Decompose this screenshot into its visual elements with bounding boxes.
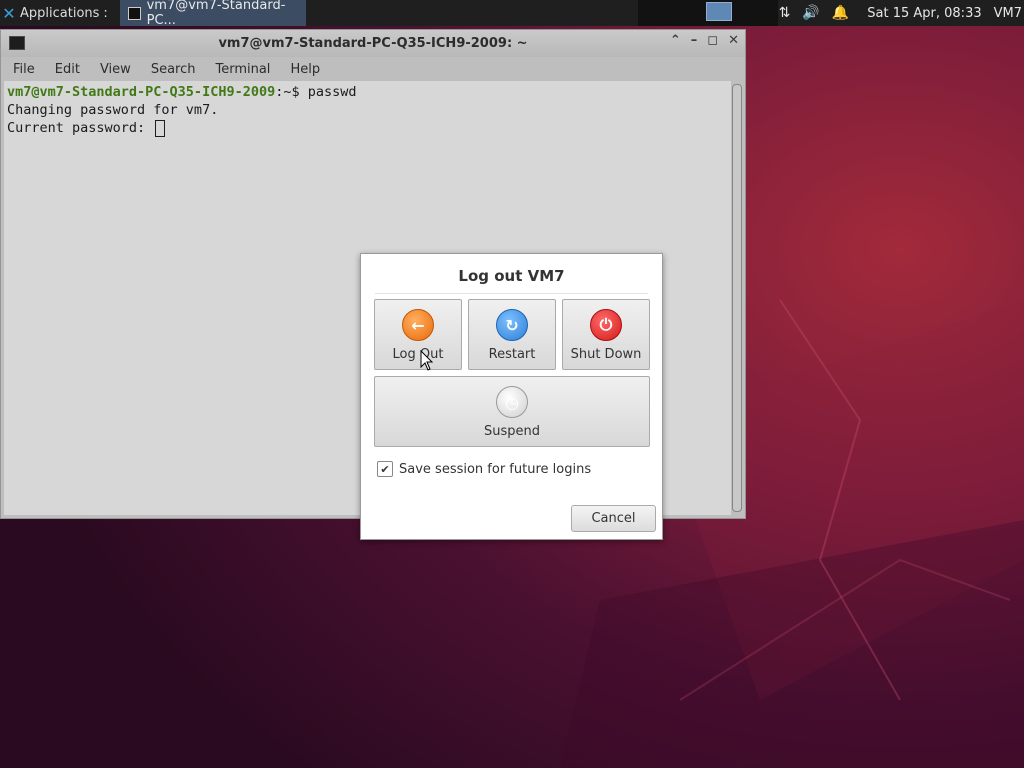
clock-icon: ◷ (496, 386, 528, 418)
log-out-label: Log Out (392, 347, 444, 362)
shut-down-label: Shut Down (570, 347, 642, 362)
save-session-checkbox[interactable]: ✔ (377, 461, 393, 477)
log-out-button[interactable]: ← Log Out (374, 299, 462, 370)
top-panel: ✕ Applications : vm7@vm7-Standard-PC... … (0, 0, 1024, 28)
workspace-switcher[interactable] (706, 2, 732, 21)
shut-down-button[interactable]: ⏻ Shut Down (562, 299, 650, 370)
xfce-logo-icon: ✕ (2, 3, 16, 23)
volume-icon[interactable]: 🔊 (802, 5, 819, 21)
dialog-title: Log out VM7 (375, 267, 648, 294)
cancel-button[interactable]: Cancel (571, 505, 656, 532)
applications-suffix: : (103, 5, 108, 21)
taskbar-terminal-label: vm7@vm7-Standard-PC... (146, 0, 286, 28)
restart-icon: ↻ (496, 309, 528, 341)
terminal-icon (127, 6, 141, 20)
notification-bell-icon[interactable]: 🔔 (832, 5, 849, 21)
user-menu[interactable]: VM7 (994, 6, 1022, 21)
network-icon[interactable]: ⇅ (779, 5, 791, 21)
suspend-label: Suspend (483, 424, 540, 439)
restart-button[interactable]: ↻ Restart (468, 299, 556, 370)
save-session-option[interactable]: ✔ Save session for future logins (377, 461, 591, 477)
applications-label: Applications (20, 5, 100, 21)
applications-menu[interactable]: ✕ Applications : (0, 0, 114, 26)
restart-label: Restart (488, 347, 536, 362)
suspend-button[interactable]: ◷ Suspend (374, 376, 650, 447)
arrow-left-icon: ← (402, 309, 434, 341)
power-icon: ⏻ (590, 309, 622, 341)
logout-dialog: Log out VM7 ← Log Out ↻ Restart ⏻ Shut D… (360, 253, 663, 540)
taskbar-terminal-button[interactable]: vm7@vm7-Standard-PC... (119, 0, 306, 28)
mouse-pointer-icon (420, 350, 434, 371)
panel-tray: ⇅ 🔊 🔔 Sat 15 Apr, 08:33 VM7 (779, 0, 1024, 26)
save-session-label: Save session for future logins (399, 461, 592, 477)
panel-clock[interactable]: Sat 15 Apr, 08:33 (867, 6, 981, 21)
